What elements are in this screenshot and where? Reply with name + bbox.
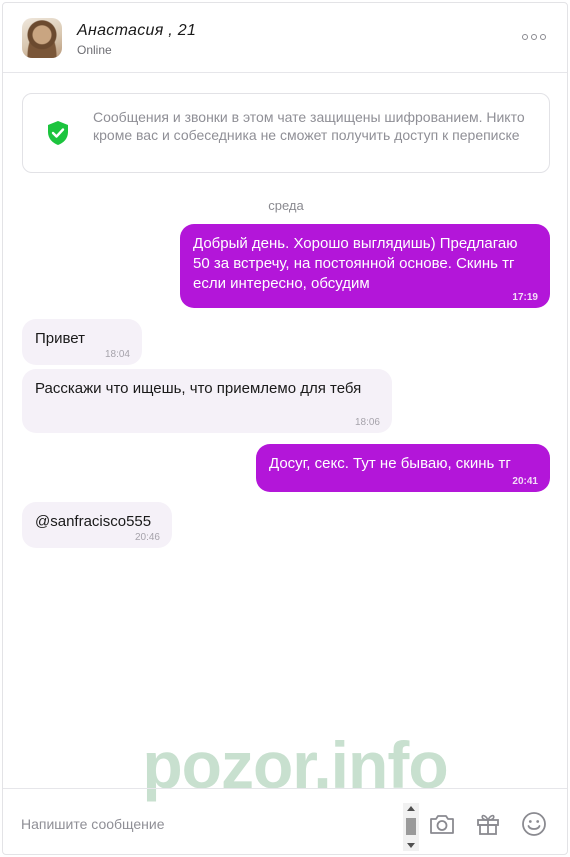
gift-icon[interactable]: [473, 809, 503, 839]
chat-header: Анастасия , 21 Online: [3, 3, 567, 73]
message-composer: [3, 788, 567, 854]
message-text: Добрый день. Хорошо выглядишь) Предлагаю…: [193, 235, 518, 292]
contact-status: Online: [77, 43, 112, 57]
message-input[interactable]: [21, 811, 391, 837]
message-text: Досуг, секс. Тут не бываю, скинь тг: [269, 455, 511, 472]
camera-icon[interactable]: [427, 809, 457, 839]
message-bubble-incoming[interactable]: @sanfracisco555 20:46: [22, 502, 172, 548]
day-separator: среда: [268, 198, 304, 213]
message-time: 20:46: [134, 532, 160, 543]
scroll-up-arrow-icon[interactable]: [407, 806, 415, 811]
contact-name[interactable]: Анастасия , 21: [77, 22, 196, 40]
message-text: @sanfracisco555: [35, 513, 152, 530]
encryption-notice: Сообщения и звонки в этом чате защищены …: [22, 93, 550, 173]
message-bubble-incoming[interactable]: Привет 18:04: [22, 319, 142, 365]
scroll-down-arrow-icon[interactable]: [407, 843, 415, 848]
message-bubble-incoming[interactable]: Расскажи что ищешь, что приемлемо для те…: [22, 369, 392, 433]
encryption-notice-text: Сообщения и звонки в этом чате защищены …: [93, 109, 525, 143]
message-bubble-outgoing[interactable]: Добрый день. Хорошо выглядишь) Предлагаю…: [180, 224, 550, 308]
more-options-button[interactable]: [519, 29, 549, 45]
shield-check-icon: [48, 121, 68, 145]
input-scrollbar[interactable]: [403, 803, 419, 851]
more-horizontal-icon: [522, 34, 528, 40]
scrollbar-thumb[interactable]: [406, 818, 416, 835]
message-time: 17:19: [512, 292, 538, 303]
message-time: 18:04: [104, 349, 130, 360]
message-text: Расскажи что ищешь, что приемлемо для те…: [35, 380, 362, 397]
message-bubble-outgoing[interactable]: Досуг, секс. Тут не бываю, скинь тг 20:4…: [256, 444, 550, 492]
chat-window: Анастасия , 21 Online Сообщения и звонки…: [2, 2, 568, 855]
avatar[interactable]: [22, 18, 62, 58]
message-time: 20:41: [512, 476, 538, 487]
message-text: Привет: [35, 330, 86, 347]
smile-icon[interactable]: [519, 809, 549, 839]
message-time: 18:06: [354, 417, 380, 428]
